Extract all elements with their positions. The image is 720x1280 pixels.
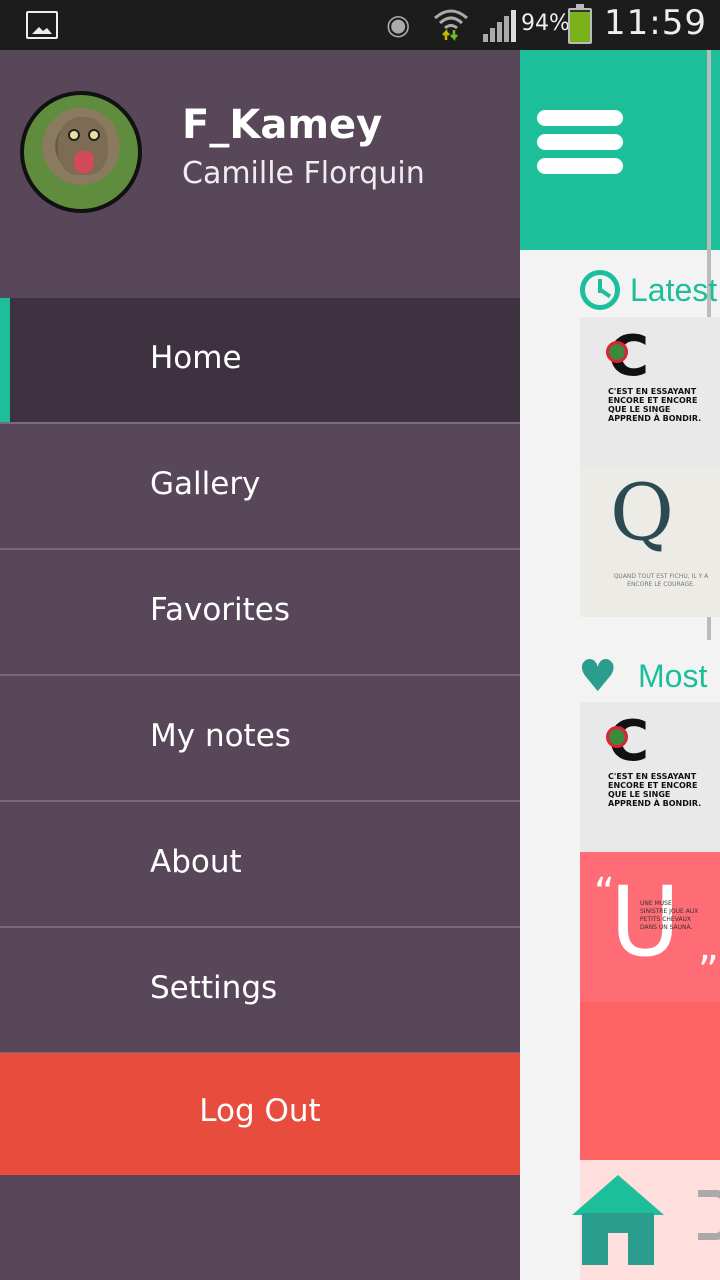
menu-item-about[interactable]: About (0, 802, 520, 928)
avatar[interactable] (20, 91, 142, 213)
latest-card-monkey[interactable]: C C'EST EN ESSAYANT ENCORE ET ENCORE QUE… (580, 317, 720, 467)
battery-percent: 94% (521, 11, 570, 36)
most-card-red[interactable] (580, 1002, 720, 1160)
menu-item-label: Gallery (150, 466, 261, 502)
heart-icon: ♥ (578, 651, 618, 702)
logout-label: Log Out (199, 1093, 321, 1129)
most-card-monkey[interactable]: C C'EST EN ESSAYANT ENCORE ET ENCORE QUE… (580, 702, 720, 852)
card-quote: QUAND TOUT EST FICHU, IL Y A ENCORE LE C… (613, 573, 709, 588)
clock: 11:59 (604, 3, 707, 43)
monkey-icon (606, 726, 628, 748)
menu-item-my-notes[interactable]: My notes (0, 676, 520, 802)
navigation-drawer: F_Kamey Camille Florquin Home Gallery Fa… (0, 50, 520, 1280)
menu-icon[interactable] (537, 110, 623, 174)
menu-item-gallery[interactable]: Gallery (0, 424, 520, 550)
card-quote: UNE MUSE SINISTRE JOUE AUX PETITS CHEVAU… (640, 900, 699, 931)
main-content: Latest C C'EST EN ESSAYANT ENCORE ET ENC… (520, 50, 720, 1280)
menu-item-home[interactable]: Home (0, 298, 520, 424)
next-icon[interactable] (698, 1190, 720, 1240)
logout-button[interactable]: Log Out (0, 1053, 520, 1175)
username: F_Kamey (182, 102, 383, 148)
most-section-title: Most (638, 658, 708, 694)
profile-header: F_Kamey Camille Florquin (0, 50, 520, 298)
menu-item-label: My notes (150, 718, 291, 754)
home-icon[interactable] (572, 1175, 664, 1265)
menu-item-settings[interactable]: Settings (0, 928, 520, 1054)
drawer-menu: Home Gallery Favorites My notes About Se… (0, 298, 520, 1054)
latest-card-courage[interactable]: Q QUAND TOUT EST FICHU, IL Y A ENCORE LE… (580, 467, 720, 617)
latest-section-title: Latest (630, 272, 718, 308)
menu-item-label: Settings (150, 970, 278, 1006)
card-letter: Q (610, 468, 674, 558)
menu-item-label: About (150, 844, 242, 880)
close-quote: ” (698, 948, 719, 994)
most-card-muse[interactable]: “ U UNE MUSE SINISTRE JOUE AUX PETITS CH… (580, 852, 720, 1002)
battery-icon (568, 4, 592, 44)
app-toolbar (520, 50, 720, 250)
menu-item-label: Favorites (150, 592, 291, 628)
wifi-icon (434, 9, 468, 42)
menu-item-label: Home (150, 340, 242, 376)
card-quote: C'EST EN ESSAYANT ENCORE ET ENCORE QUE L… (608, 387, 702, 423)
clock-icon (580, 270, 620, 310)
full-name: Camille Florquin (182, 156, 425, 191)
status-bar: ◉ 94% 11:59 (0, 0, 720, 50)
eye-icon: ◉ (386, 8, 411, 41)
card-quote: C'EST EN ESSAYANT ENCORE ET ENCORE QUE L… (608, 772, 702, 808)
menu-item-favorites[interactable]: Favorites (0, 550, 520, 676)
monkey-icon (606, 341, 628, 363)
signal-icon (483, 10, 516, 42)
image-notification-icon (26, 11, 58, 39)
